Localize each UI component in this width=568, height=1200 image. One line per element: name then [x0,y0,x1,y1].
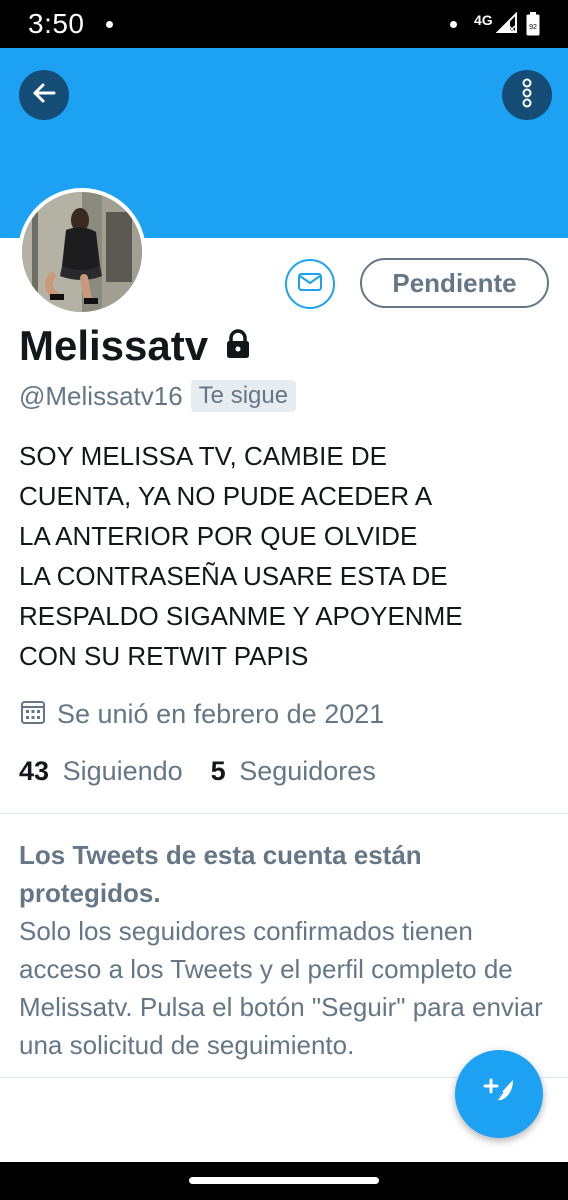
notification-dot-icon [450,21,457,28]
protected-body: Solo los seguidores confirmados tienen a… [19,916,543,1060]
lock-icon [222,322,254,370]
compose-tweet-button[interactable] [455,1050,543,1138]
following-count: 43 [19,756,50,786]
message-button[interactable] [285,259,335,309]
battery-level: 92 [529,24,537,31]
joined-row: Se unió en febrero de 2021 [19,698,384,731]
bio: SOY MELISSA TV, CAMBIE DE CUENTA, YA NO … [19,441,463,671]
system-nav-bar [0,1162,568,1200]
feather-plus-icon [479,1072,519,1117]
joined-date: Se unió en febrero de 2021 [57,699,385,729]
pending-follow-button[interactable]: Pendiente [360,258,549,308]
avatar[interactable] [18,188,146,316]
follow-stats: 43 Siguiendo 5 Seguidores [19,756,376,787]
followers-link[interactable]: 5 Seguidores [211,756,376,787]
status-bar: 3:50 4G 92 [0,0,568,48]
followers-label: Seguidores [239,756,376,786]
back-button[interactable] [19,70,69,120]
handle-row: @Melissatv16 Te sigue [19,380,297,412]
arrow-left-icon [30,79,58,112]
following-link[interactable]: 43 Siguiendo [19,756,183,787]
calendar-icon [19,698,47,731]
display-name: Melissatv [19,322,209,369]
status-time: 3:50 [28,8,85,39]
divider [0,813,568,814]
protected-title: Los Tweets de esta cuenta están protegid… [19,840,422,908]
vertical-dots-icon [522,78,532,113]
envelope-icon [297,269,323,300]
notification-dot-icon [106,21,113,28]
signal-icon [495,11,518,39]
network-type: 4G [474,12,493,28]
battery-icon: 92 [526,12,540,41]
followers-count: 5 [210,756,226,786]
home-gesture-pill[interactable] [189,1177,379,1184]
handle: @Melissatv16 [19,380,183,411]
follows-you-badge: Te sigue [190,380,297,412]
more-options-button[interactable] [502,70,552,120]
avatar-image [22,192,142,312]
protected-notice: Los Tweets de esta cuenta están protegid… [19,836,549,1064]
profile-name-row: Melissatv [19,322,254,370]
following-label: Siguiendo [62,756,183,786]
